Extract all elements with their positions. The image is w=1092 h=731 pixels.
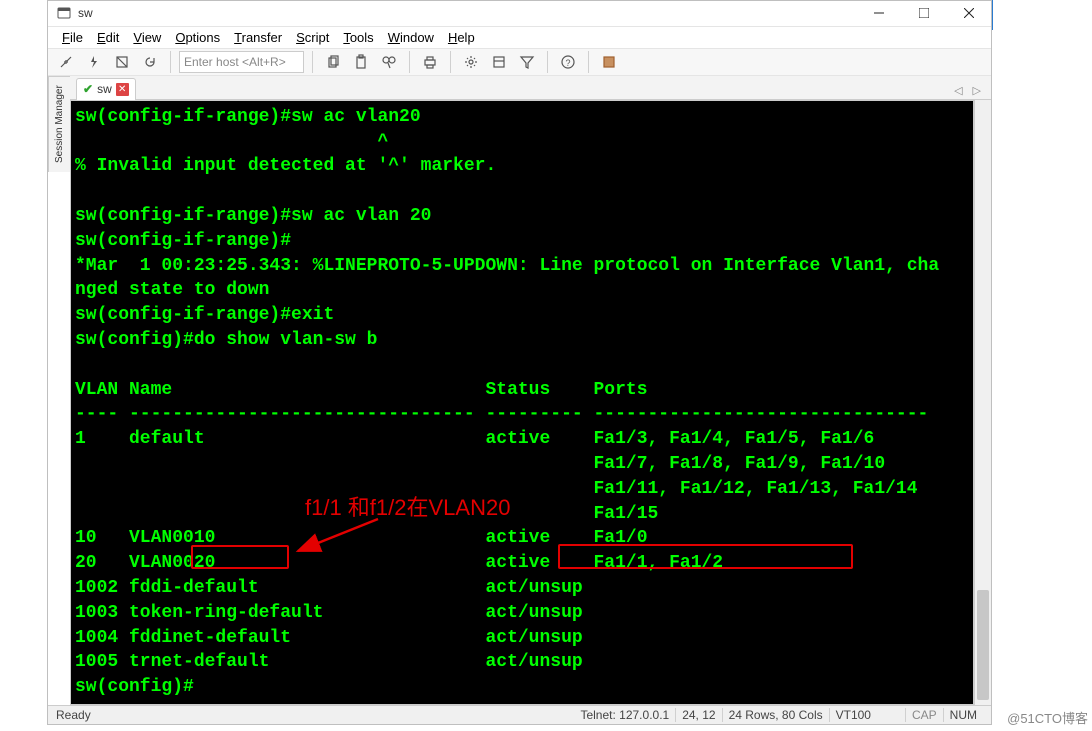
svg-text:?: ? bbox=[565, 58, 570, 68]
menu-tools[interactable]: Tools bbox=[337, 27, 379, 48]
host-input[interactable]: Enter host <Alt+R> bbox=[179, 51, 304, 73]
separator bbox=[312, 51, 313, 73]
status-caps: CAP bbox=[905, 708, 943, 722]
separator bbox=[547, 51, 548, 73]
minimize-button[interactable] bbox=[856, 1, 901, 26]
window-controls bbox=[856, 1, 991, 26]
status-cursor-pos: 24, 12 bbox=[675, 708, 721, 722]
terminal[interactable]: sw(config-if-range)#sw ac vlan20 ^ % Inv… bbox=[70, 100, 974, 705]
paste-icon[interactable] bbox=[349, 50, 373, 74]
app-window: sw FileEditViewOptionsTransferScriptTool… bbox=[47, 0, 992, 725]
close-button[interactable] bbox=[946, 1, 991, 26]
tabbar-area: Session Manager ✔ sw ✕ ◁ ▷ sw(config-if-… bbox=[48, 76, 991, 705]
menu-edit[interactable]: Edit bbox=[91, 27, 125, 48]
reconnect-icon[interactable] bbox=[138, 50, 162, 74]
settings-icon[interactable] bbox=[459, 50, 483, 74]
menu-window[interactable]: Window bbox=[382, 27, 440, 48]
menu-transfer[interactable]: Transfer bbox=[228, 27, 288, 48]
session-manager-handle[interactable]: Session Manager bbox=[48, 76, 70, 172]
status-bar: Ready Telnet: 127.0.0.1 24, 12 24 Rows, … bbox=[48, 705, 991, 724]
window-title: sw bbox=[78, 6, 856, 20]
find-icon[interactable] bbox=[377, 50, 401, 74]
menu-bar: FileEditViewOptionsTransferScriptToolsWi… bbox=[48, 27, 991, 48]
copy-icon[interactable] bbox=[321, 50, 345, 74]
quick-connect-icon[interactable] bbox=[82, 50, 106, 74]
title-bar[interactable]: sw bbox=[48, 1, 991, 27]
status-ready: Ready bbox=[56, 708, 91, 722]
disconnect-icon[interactable] bbox=[110, 50, 134, 74]
menu-view[interactable]: View bbox=[127, 27, 167, 48]
session-options-icon[interactable] bbox=[487, 50, 511, 74]
menu-script[interactable]: Script bbox=[290, 27, 335, 48]
maximize-button[interactable] bbox=[901, 1, 946, 26]
scrollbar-thumb[interactable] bbox=[977, 590, 989, 700]
extra-tool-icon[interactable] bbox=[597, 50, 621, 74]
separator bbox=[588, 51, 589, 73]
menu-file[interactable]: File bbox=[56, 27, 89, 48]
tab-next-icon[interactable]: ▷ bbox=[969, 82, 985, 99]
help-icon[interactable]: ? bbox=[556, 50, 580, 74]
separator bbox=[409, 51, 410, 73]
status-num: NUM bbox=[943, 708, 983, 722]
connected-check-icon: ✔ bbox=[83, 82, 93, 96]
tab-close-icon[interactable]: ✕ bbox=[116, 83, 129, 96]
scrollbar-track[interactable] bbox=[975, 100, 991, 705]
status-size: 24 Rows, 80 Cols bbox=[722, 708, 829, 722]
tab-prev-icon[interactable]: ◁ bbox=[950, 82, 966, 99]
menu-help[interactable]: Help bbox=[442, 27, 481, 48]
filter-icon[interactable] bbox=[515, 50, 539, 74]
watermark: @51CTO博客 bbox=[1007, 708, 1088, 727]
toolbar: Enter host <Alt+R> ? bbox=[48, 48, 991, 76]
tab-bar: ✔ sw ✕ ◁ ▷ bbox=[48, 76, 991, 100]
print-icon[interactable] bbox=[418, 50, 442, 74]
tab-sw[interactable]: ✔ sw ✕ bbox=[76, 78, 136, 100]
vertical-scrollbar[interactable] bbox=[974, 100, 991, 705]
tab-nav-arrows: ◁ ▷ bbox=[950, 82, 991, 99]
tab-label: sw bbox=[97, 82, 112, 96]
connect-icon[interactable] bbox=[54, 50, 78, 74]
menu-options[interactable]: Options bbox=[169, 27, 226, 48]
host-placeholder: Enter host <Alt+R> bbox=[184, 55, 286, 69]
separator bbox=[450, 51, 451, 73]
separator bbox=[170, 51, 171, 73]
status-connection: Telnet: 127.0.0.1 bbox=[574, 708, 675, 722]
status-emulation: VT100 bbox=[829, 708, 877, 722]
terminal-wrap: sw(config-if-range)#sw ac vlan20 ^ % Inv… bbox=[48, 100, 991, 705]
app-icon bbox=[56, 5, 72, 21]
